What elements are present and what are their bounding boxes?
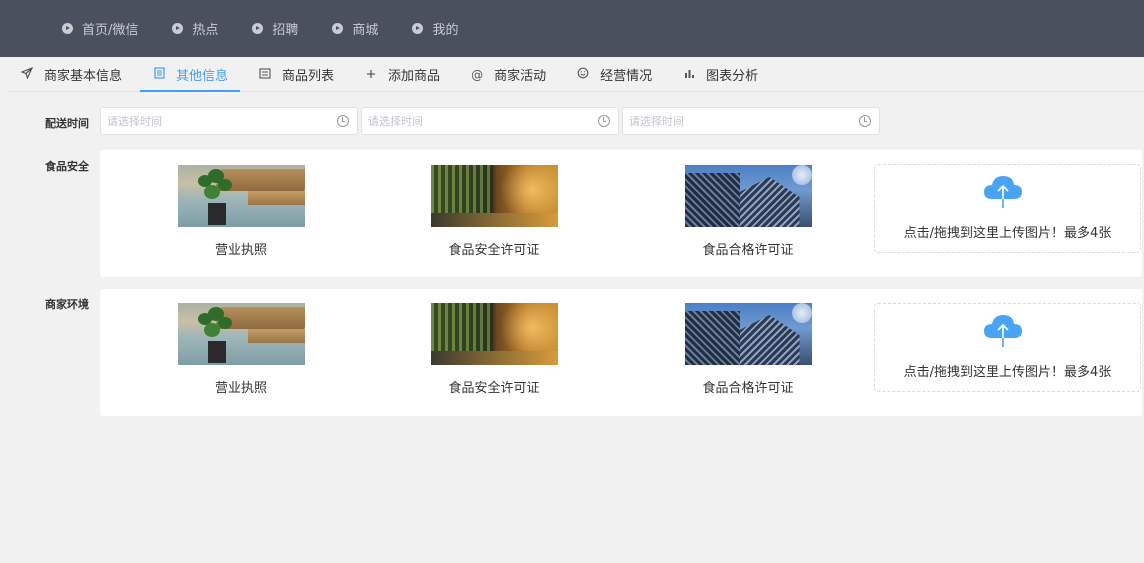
smile-icon xyxy=(576,67,590,82)
image-caption: 食品合格许可证 xyxy=(702,243,794,258)
image-caption: 营业执照 xyxy=(214,243,267,258)
time-picker-2[interactable] xyxy=(361,107,619,135)
list-icon xyxy=(258,67,272,82)
business-license-image xyxy=(177,165,305,227)
upload-hint-text: 点击/拖拽到这里上传图片！最多4张 xyxy=(903,365,1112,380)
merchant-environment-panel: 营业执照 食品安全许可证 食品合格许可证 点击/拖拽到这里上传图片！最多4张 xyxy=(100,289,1142,416)
nav-item-home[interactable]: 首页/微信 xyxy=(62,19,138,38)
tab-business-status[interactable]: 经营情况 xyxy=(564,58,664,91)
image-upload-dropzone[interactable]: 点击/拖拽到这里上传图片！最多4张 xyxy=(874,303,1141,392)
tab-label: 商品列表 xyxy=(282,69,335,84)
time-input-3[interactable] xyxy=(629,114,849,128)
image-card[interactable]: 食品安全许可证 xyxy=(414,303,574,396)
cloud-upload-icon xyxy=(984,176,1022,208)
delivery-time-label: 配送时间 xyxy=(45,117,89,130)
top-navbar: 首页/微信 热点 招聘 商城 我的 xyxy=(0,0,1144,57)
food-qualification-permit-image xyxy=(684,165,812,227)
tab-other-info[interactable]: 其他信息 xyxy=(140,58,241,92)
time-input-1[interactable] xyxy=(107,114,327,128)
document-icon xyxy=(152,67,166,82)
image-card[interactable]: 营业执照 xyxy=(161,165,321,258)
tab-merchant-basic-info[interactable]: 商家基本信息 xyxy=(8,58,134,91)
time-picker-1[interactable] xyxy=(100,107,358,135)
nav-item-label: 我的 xyxy=(432,23,459,38)
time-input-2[interactable] xyxy=(368,114,588,128)
nav-item-label: 商城 xyxy=(352,23,379,38)
nav-item-mine[interactable]: 我的 xyxy=(412,19,458,38)
play-circle-icon xyxy=(252,23,264,34)
image-card[interactable]: 食品安全许可证 xyxy=(414,165,574,258)
tab-product-list[interactable]: 商品列表 xyxy=(246,58,346,91)
nav-item-label: 热点 xyxy=(192,23,219,38)
play-circle-icon xyxy=(412,23,424,34)
nav-item-mall[interactable]: 商城 xyxy=(332,19,378,38)
nav-item-label: 招聘 xyxy=(272,23,299,38)
food-safety-label: 食品安全 xyxy=(45,160,89,173)
image-upload-dropzone[interactable]: 点击/拖拽到这里上传图片！最多4张 xyxy=(874,164,1141,253)
tab-merchant-activity[interactable]: @ 商家活动 xyxy=(458,58,558,91)
nav-item-jobs[interactable]: 招聘 xyxy=(252,19,298,38)
plus-icon xyxy=(364,68,378,82)
time-picker-3[interactable] xyxy=(622,107,880,135)
clock-icon xyxy=(598,115,610,127)
tab-label: 添加商品 xyxy=(388,69,441,84)
tab-chart-analysis[interactable]: 图表分析 xyxy=(670,58,770,91)
tab-label: 商家基本信息 xyxy=(44,69,123,84)
clock-icon xyxy=(337,115,349,127)
image-caption: 食品合格许可证 xyxy=(702,381,794,396)
nav-item-label: 首页/微信 xyxy=(82,23,139,38)
tab-label: 图表分析 xyxy=(706,69,759,84)
tab-bar: 商家基本信息 其他信息 商品列表 添加商品 @ 商家活动 经营情况 图表分析 xyxy=(8,58,1144,92)
merchant-environment-label: 商家环境 xyxy=(45,298,89,311)
bar-chart-icon xyxy=(682,68,696,82)
cloud-upload-icon xyxy=(984,315,1022,347)
play-circle-icon xyxy=(332,23,344,34)
send-icon xyxy=(20,66,34,82)
image-caption: 食品安全许可证 xyxy=(448,243,540,258)
image-card[interactable]: 食品合格许可证 xyxy=(668,303,828,396)
tab-label: 商家活动 xyxy=(494,69,547,84)
tab-label: 经营情况 xyxy=(600,69,653,84)
tab-label: 其他信息 xyxy=(176,69,229,84)
at-icon: @ xyxy=(471,67,484,82)
business-license-image xyxy=(177,303,305,365)
upload-hint-text: 点击/拖拽到这里上传图片！最多4张 xyxy=(903,226,1112,241)
food-safety-permit-image xyxy=(430,165,558,227)
tab-add-product[interactable]: 添加商品 xyxy=(352,58,452,91)
food-safety-panel: 营业执照 食品安全许可证 食品合格许可证 点击/拖拽到这里上传图片！最多4张 xyxy=(100,150,1142,277)
image-caption: 营业执照 xyxy=(214,381,267,396)
image-card[interactable]: 营业执照 xyxy=(161,303,321,396)
image-card[interactable]: 食品合格许可证 xyxy=(668,165,828,258)
play-circle-icon xyxy=(172,23,184,34)
food-qualification-permit-image xyxy=(684,303,812,365)
nav-item-hot[interactable]: 热点 xyxy=(172,19,218,38)
play-circle-icon xyxy=(62,23,73,34)
image-caption: 食品安全许可证 xyxy=(448,381,540,396)
clock-icon xyxy=(859,115,871,127)
food-safety-permit-image xyxy=(430,303,558,365)
